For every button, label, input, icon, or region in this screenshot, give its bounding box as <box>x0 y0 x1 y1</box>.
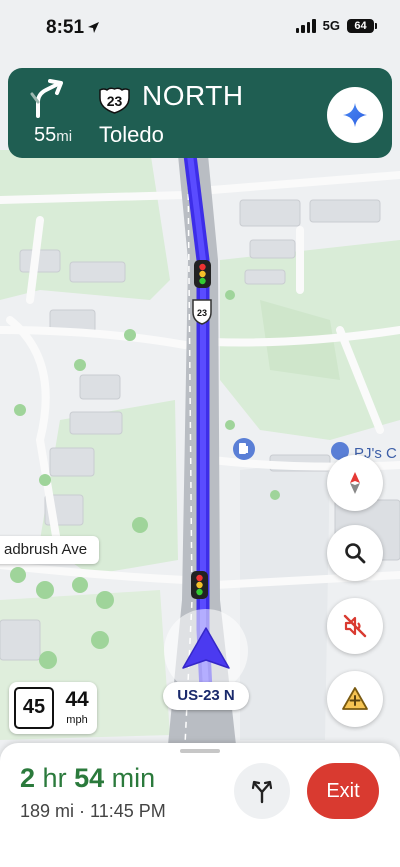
map-route-shield-number: 23 <box>197 308 207 318</box>
compass-icon <box>350 472 360 494</box>
traffic-light-icon <box>191 571 208 599</box>
tree <box>14 404 26 416</box>
tree <box>36 581 54 599</box>
gas-station-icon <box>233 438 255 460</box>
cellular-signal-icon <box>295 18 316 33</box>
report-incident-button[interactable] <box>327 671 383 727</box>
battery-icon: 64 <box>347 18 377 33</box>
hours-value: 2 <box>20 763 36 793</box>
route-shield-number: 23 <box>106 93 123 109</box>
direction-banner[interactable]: 55mi 23 NORTH Toledo <box>8 68 392 158</box>
location-arrow-icon <box>88 22 99 33</box>
tree <box>225 420 235 430</box>
tree <box>74 359 86 371</box>
street-name-label: adbrush Ave <box>0 536 100 564</box>
building <box>249 239 296 259</box>
traffic-light-icon <box>194 260 211 288</box>
tree <box>96 591 114 609</box>
building <box>19 249 61 273</box>
tree <box>124 329 136 341</box>
tree <box>132 517 148 533</box>
tree <box>91 631 109 649</box>
minutes-value: 54 <box>74 763 105 793</box>
building <box>79 374 121 400</box>
building <box>0 619 41 661</box>
tree <box>39 651 57 669</box>
local-road <box>0 191 189 204</box>
trip-details: 189 mi · 11:45 PM <box>20 801 166 821</box>
route-shield-icon: 23 <box>99 86 130 114</box>
building <box>49 447 95 477</box>
building <box>244 269 286 285</box>
distance-value: 55 <box>34 124 57 146</box>
route-fork-icon <box>251 780 273 804</box>
building <box>69 261 126 283</box>
turn-slight-right-icon <box>30 79 63 118</box>
tree <box>225 290 235 300</box>
road-direction: NORTH <box>142 80 244 111</box>
building <box>239 199 301 227</box>
tree <box>72 577 88 593</box>
alternate-routes-button[interactable] <box>234 763 290 819</box>
current-location-puck <box>164 609 248 693</box>
status-bar: 8:51 5G 64 <box>0 0 400 56</box>
minutes-label: min <box>111 763 156 793</box>
sheet-drag-handle[interactable] <box>180 749 220 753</box>
distance-to-turn: 55mi <box>34 124 72 147</box>
mute-button[interactable] <box>327 598 383 654</box>
time-remaining: 2 hr 54 min <box>20 763 155 794</box>
speed-indicator: 45 44 mph <box>9 682 97 734</box>
destination-city: Toledo <box>99 122 164 147</box>
search-icon <box>345 543 366 564</box>
hours-label: hr <box>42 763 67 793</box>
status-time: 8:51 <box>46 17 85 38</box>
volume-off-icon <box>343 614 367 638</box>
current-route-label: US-23 N <box>163 682 249 710</box>
trip-summary-sheet[interactable]: 2 hr 54 min 189 mi · 11:45 PM Exit <box>0 743 400 867</box>
speed-limit-sign: 45 <box>14 687 54 729</box>
gemini-sparkle-icon <box>343 103 367 127</box>
building <box>69 411 123 435</box>
distance-unit: mi <box>56 128 73 145</box>
tree <box>270 490 280 500</box>
search-button[interactable] <box>327 525 383 581</box>
compass-button[interactable] <box>327 455 383 511</box>
exit-navigation-button[interactable]: Exit <box>307 763 379 819</box>
building <box>309 199 381 223</box>
speed-unit: mph <box>66 714 88 726</box>
tree <box>39 474 51 486</box>
tree <box>10 567 26 583</box>
assistant-button[interactable] <box>327 87 383 143</box>
report-incident-icon <box>342 687 368 710</box>
current-speed: 44 <box>65 688 89 711</box>
park-area <box>240 460 330 740</box>
network-type: 5G <box>322 18 340 33</box>
